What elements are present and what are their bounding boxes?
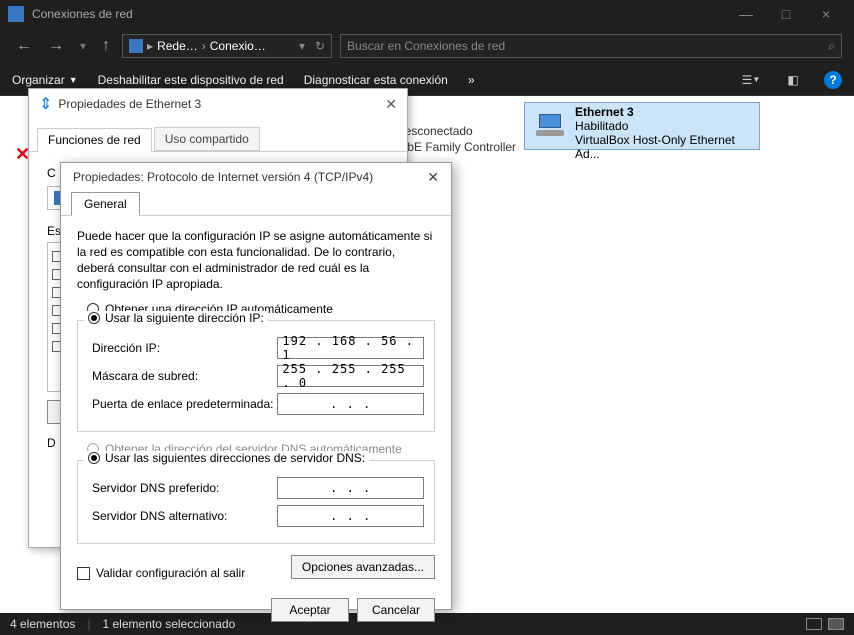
adapter-status: Habilitado: [575, 119, 753, 133]
static-dns-group: Usar las siguientes direcciones de servi…: [77, 460, 435, 544]
dns-alternate-input[interactable]: . . .: [277, 505, 424, 527]
search-placeholder: Buscar en Conexiones de red: [347, 39, 505, 53]
properties-icon: ⇕: [39, 94, 52, 114]
ok-button[interactable]: Aceptar: [271, 598, 349, 622]
search-icon[interactable]: ⌕: [828, 39, 835, 54]
ip-address-input[interactable]: 192 . 168 . 56 . 1: [277, 337, 424, 359]
adapter-name: Ethernet 3: [575, 105, 753, 119]
forward-button[interactable]: →: [44, 37, 68, 55]
view-large-icon[interactable]: [828, 618, 844, 630]
dialog-buttons: Aceptar Cancelar: [61, 588, 451, 632]
radio-use-static-dns[interactable]: [88, 452, 100, 464]
back-button[interactable]: ←: [12, 37, 36, 55]
breadcrumb-current[interactable]: Conexio…: [210, 39, 266, 53]
properties-titlebar[interactable]: ⇕ Propiedades de Ethernet 3 ✕: [29, 89, 407, 119]
dns-alternate-label: Servidor DNS alternativo:: [92, 509, 277, 523]
organize-menu[interactable]: Organizar ▼: [12, 73, 78, 87]
minimize-button[interactable]: —: [726, 6, 766, 22]
properties-tabs: Funciones de red Uso compartido: [29, 127, 407, 152]
help-button[interactable]: ?: [824, 71, 842, 89]
ip-address-label: Dirección IP:: [92, 341, 277, 355]
up-button[interactable]: ↑: [98, 37, 114, 55]
disable-device-cmd[interactable]: Deshabilitar este dispositivo de red: [98, 73, 284, 87]
app-icon: [8, 6, 24, 22]
subnet-mask-input[interactable]: 255 . 255 . 255 . 0: [277, 365, 424, 387]
nav-bar: ← → ▾ ↑ ▸ Rede… › Conexio… ▾ ↻ Buscar en…: [0, 28, 854, 64]
disabled-adapter-x-icon: ✕: [15, 144, 30, 165]
ipv4-properties-window: Propiedades: Protocolo de Internet versi…: [60, 162, 452, 610]
gateway-input[interactable]: . . .: [277, 393, 424, 415]
subnet-mask-label: Máscara de subred:: [92, 369, 277, 383]
breadcrumb-root[interactable]: Rede…: [157, 39, 198, 53]
view-options-icon[interactable]: ☰ ▼: [740, 69, 762, 91]
ipv4-title-text: Propiedades: Protocolo de Internet versi…: [73, 170, 373, 184]
tab-network-functions[interactable]: Funciones de red: [37, 128, 152, 152]
view-details-icon[interactable]: [806, 618, 822, 630]
more-commands[interactable]: »: [468, 73, 475, 87]
preview-pane-icon[interactable]: ◧: [782, 69, 804, 91]
tab-sharing[interactable]: Uso compartido: [154, 127, 260, 151]
validate-on-exit-checkbox[interactable]: Validar configuración al salir: [77, 566, 245, 580]
ipv4-intro-text: Puede hacer que la configuración IP se a…: [77, 228, 435, 292]
network-icon: [129, 39, 143, 53]
adapter-description: VirtualBox Host-Only Ethernet Ad...: [575, 133, 753, 161]
static-ip-group: Usar la siguiente dirección IP: Direcció…: [77, 320, 435, 432]
tab-general[interactable]: General: [71, 192, 140, 216]
ipv4-titlebar[interactable]: Propiedades: Protocolo de Internet versi…: [61, 163, 451, 191]
adapter-icon: [531, 105, 569, 145]
history-dropdown[interactable]: ▾: [76, 39, 90, 53]
breadcrumb[interactable]: ▸ Rede… › Conexio… ▾ ↻: [122, 34, 332, 58]
properties-close-button[interactable]: ✕: [385, 96, 397, 113]
search-input[interactable]: Buscar en Conexiones de red ⌕: [340, 34, 842, 58]
checkbox-icon: [77, 567, 90, 580]
diagnose-cmd[interactable]: Diagnosticar esta conexión: [304, 73, 448, 87]
gateway-label: Puerta de enlace predeterminada:: [92, 397, 277, 411]
close-button[interactable]: ×: [806, 6, 846, 22]
adapter-ethernet3[interactable]: Ethernet 3 Habilitado VirtualBox Host-On…: [524, 102, 760, 150]
main-titlebar: Conexiones de red — □ ×: [0, 0, 854, 28]
dns-preferred-label: Servidor DNS preferido:: [92, 481, 277, 495]
maximize-button[interactable]: □: [766, 6, 806, 22]
cancel-button[interactable]: Cancelar: [357, 598, 435, 622]
properties-title: Propiedades de Ethernet 3: [58, 97, 201, 111]
advanced-button[interactable]: Opciones avanzadas...: [291, 555, 435, 579]
dns-preferred-input[interactable]: . . .: [277, 477, 424, 499]
radio-use-static-ip[interactable]: [88, 312, 100, 324]
window-title: Conexiones de red: [32, 7, 726, 21]
ipv4-close-button[interactable]: ✕: [427, 169, 439, 186]
